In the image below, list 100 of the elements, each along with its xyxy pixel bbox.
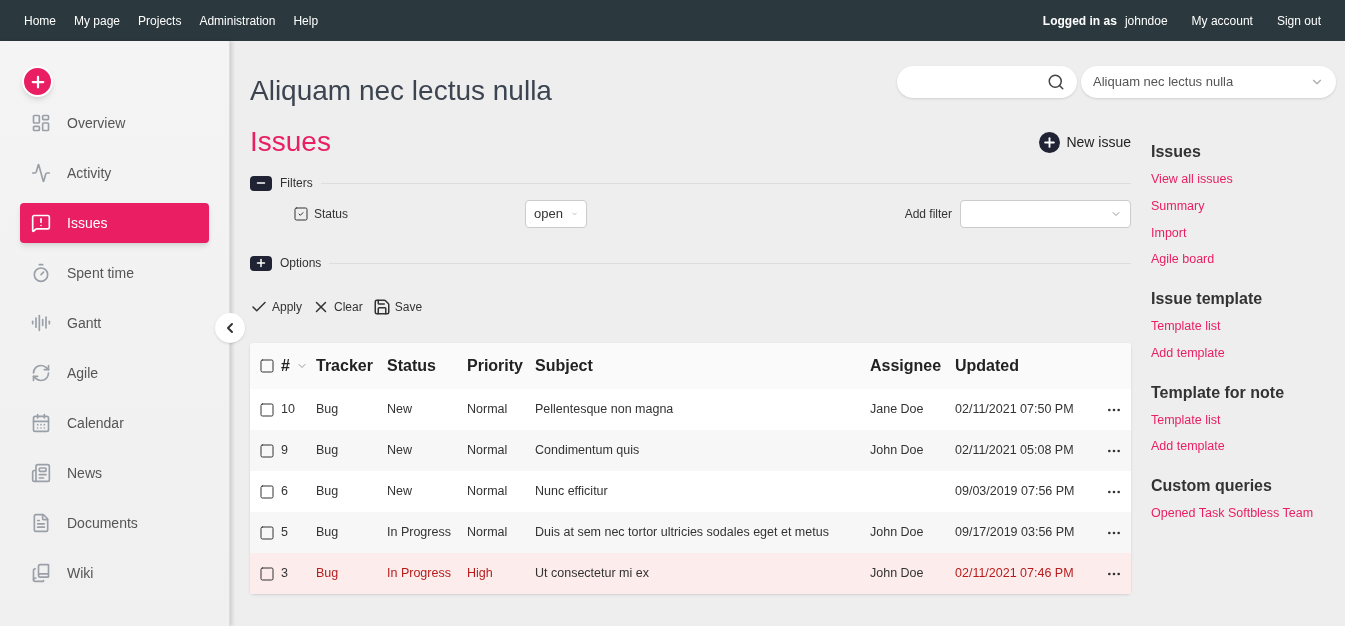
- document-icon: [31, 513, 51, 533]
- table-cell: New: [387, 402, 412, 417]
- filters-label: Filters: [280, 175, 313, 192]
- stopwatch-icon: [31, 263, 51, 283]
- options-label: Options: [280, 255, 322, 272]
- sidebar-item[interactable]: News: [20, 453, 209, 493]
- table-cell: Bug: [316, 402, 339, 417]
- column-header[interactable]: Tracker: [316, 354, 373, 378]
- add-filter-label: Add filter: [904, 206, 952, 223]
- checkbox[interactable]: [259, 442, 275, 459]
- account-link[interactable]: My account: [1191, 11, 1253, 30]
- sidebar-link[interactable]: Import: [1151, 223, 1336, 243]
- sidebar-item[interactable]: Calendar: [20, 403, 209, 443]
- section-title: Issue template: [1151, 289, 1264, 309]
- add-button[interactable]: [22, 66, 53, 97]
- sidebar-link[interactable]: Summary: [1151, 196, 1336, 216]
- action-link[interactable]: Save: [372, 298, 423, 316]
- project-select[interactable]: Aliquam nec lectus nulla: [1081, 66, 1336, 98]
- checkbox[interactable]: [259, 358, 275, 374]
- table-cell: Jane Doe: [870, 402, 924, 417]
- chat-alert-icon: [31, 213, 51, 233]
- column-header[interactable]: Updated: [955, 354, 1019, 378]
- table-cell: Normal: [467, 484, 508, 499]
- checkbox[interactable]: [259, 565, 275, 582]
- sidebar-link[interactable]: Add template: [1151, 343, 1336, 363]
- table-cell: 09/17/2019 03:56 PM: [955, 525, 1075, 540]
- checked-checkbox[interactable]: [293, 206, 309, 222]
- checkbox[interactable]: [259, 401, 275, 418]
- sidebar-item[interactable]: Gantt: [20, 303, 209, 343]
- action-link[interactable]: Clear: [312, 298, 363, 316]
- table-cell: 5: [281, 525, 288, 540]
- table-cell: Duis at sem nec tortor ultricies sodales eget et metus: [535, 525, 829, 540]
- top-menu-link[interactable]: Projects: [138, 11, 182, 30]
- username[interactable]: johndoe: [1124, 11, 1168, 30]
- top-menu-link[interactable]: Administration: [199, 11, 276, 30]
- sidebar-link[interactable]: Opened Task Softbless Team: [1151, 504, 1336, 523]
- checkbox[interactable]: [259, 524, 275, 541]
- sidebar-item[interactable]: Activity: [20, 153, 209, 193]
- page-title: Issues: [250, 125, 331, 159]
- table-cell: In Progress: [387, 525, 451, 540]
- filter-label: Status: [314, 206, 349, 223]
- table-row[interactable]: 5 Bug In Progress Normal Duis at sem nec tortor ultricies sodales eget et metus John Doe 09/17/2019 03:56 PM: [250, 512, 1131, 553]
- table-row[interactable]: 10 Bug New Normal Pellentesque non magna Jane Doe 02/11/2021 07:50 PM: [250, 389, 1131, 430]
- table-cell: John Doe: [870, 566, 924, 581]
- table-cell: Ut consectetur mi ex: [535, 566, 649, 581]
- search-icon: [1047, 73, 1065, 91]
- project-title: Aliquam nec lectus nulla: [250, 74, 552, 108]
- table-cell: Bug: [316, 525, 339, 540]
- table-cell: John Doe: [870, 443, 924, 458]
- sidebar-item[interactable]: Spent time: [20, 253, 209, 293]
- column-header[interactable]: Subject: [535, 354, 593, 378]
- sidebar-link[interactable]: Template list: [1151, 317, 1336, 336]
- table-row[interactable]: 9 Bug New Normal Condimentum quis John Doe 02/11/2021 05:08 PM: [250, 430, 1131, 471]
- table-cell: Condimentum quis: [535, 443, 640, 458]
- dashboard-icon: [31, 113, 51, 133]
- section-title: Issues: [1151, 142, 1202, 162]
- bars-icon: [31, 313, 51, 333]
- sidebar-link[interactable]: Template list: [1151, 410, 1336, 430]
- sidebar-link[interactable]: Add template: [1151, 437, 1336, 456]
- table-cell: 09/03/2019 07:56 PM: [955, 484, 1075, 499]
- checkbox[interactable]: [259, 483, 275, 500]
- table-cell: 02/11/2021 07:46 PM: [955, 566, 1074, 581]
- top-menu-link[interactable]: Home: [24, 11, 56, 30]
- column-header[interactable]: Priority: [467, 354, 523, 378]
- top-menu-link[interactable]: Help: [293, 11, 319, 30]
- sidebar-link[interactable]: Agile board: [1151, 250, 1336, 269]
- collapse-toggle[interactable]: [250, 175, 272, 191]
- sidebar-item[interactable]: Documents: [20, 503, 209, 543]
- collapse-button[interactable]: [215, 313, 245, 343]
- operator-select[interactable]: open: [525, 200, 587, 228]
- table-cell: Bug: [316, 443, 339, 458]
- account-link[interactable]: Sign out: [1276, 11, 1321, 30]
- column-header[interactable]: Status: [387, 354, 436, 378]
- collapse-toggle[interactable]: [250, 255, 272, 271]
- books-icon: [31, 563, 51, 583]
- column-header[interactable]: #: [281, 354, 290, 378]
- table-cell: New: [387, 484, 412, 499]
- sidebar-item[interactable]: Issues: [20, 203, 209, 243]
- table-cell: New: [387, 443, 412, 458]
- column-header[interactable]: Assignee: [870, 354, 942, 378]
- section-title: Template for note: [1151, 382, 1286, 403]
- table-cell: High: [467, 566, 493, 581]
- calendar-icon: [31, 413, 51, 433]
- table-row[interactable]: 3 Bug In Progress High Ut consectetur mi ex John Doe 02/11/2021 07:46 PM: [250, 553, 1131, 594]
- table-cell: 3: [281, 566, 288, 581]
- action-link[interactable]: Apply: [250, 298, 303, 316]
- sidebar-item[interactable]: Agile: [20, 353, 209, 393]
- sidebar-item[interactable]: Wiki: [20, 553, 209, 593]
- table-cell: Bug: [316, 484, 339, 499]
- search-field[interactable]: [897, 66, 1077, 98]
- table-cell: John Doe: [870, 525, 924, 540]
- table-cell: 02/11/2021 07:50 PM: [955, 402, 1074, 417]
- new-issue-link[interactable]: New issue: [1039, 131, 1131, 153]
- table-cell: Normal: [467, 443, 508, 458]
- top-menu-link[interactable]: My page: [74, 11, 121, 30]
- table-row[interactable]: 6 Bug New Normal Nunc efficitur 09/03/2019 07:56 PM: [250, 471, 1131, 512]
- sidebar-item[interactable]: Overview: [20, 103, 209, 143]
- sidebar-link[interactable]: View all issues: [1151, 170, 1336, 189]
- table-cell: 6: [281, 484, 288, 499]
- table-cell: 9: [281, 443, 288, 458]
